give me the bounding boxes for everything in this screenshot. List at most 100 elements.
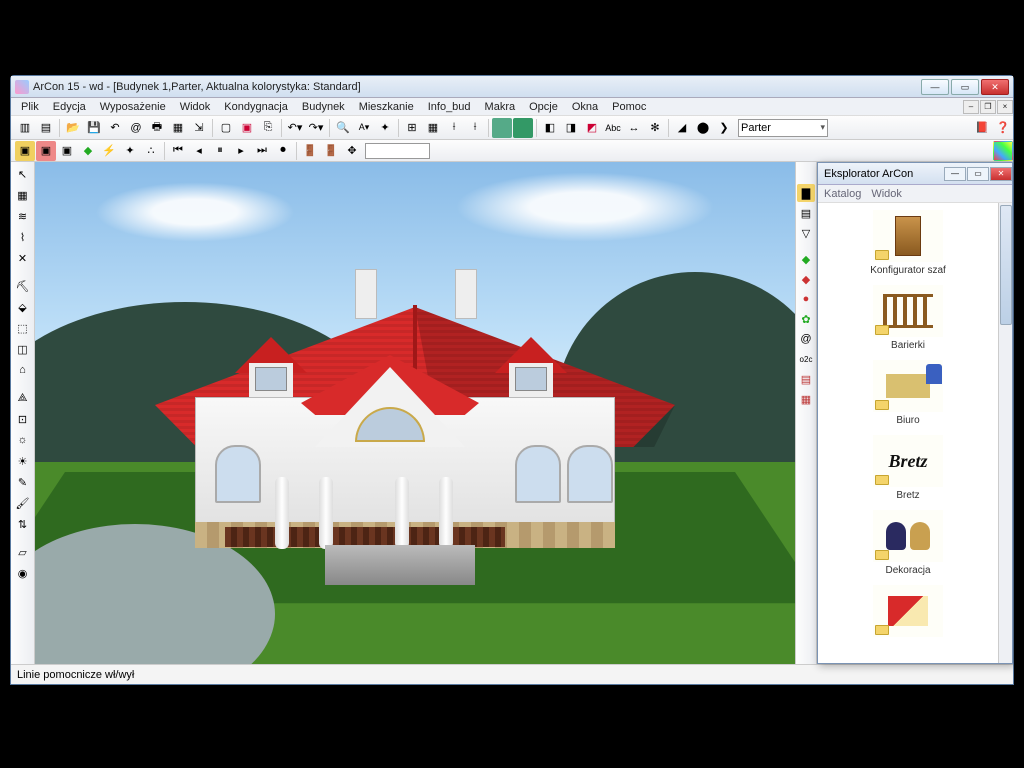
menu-kondygnacja[interactable]: Kondygnacja <box>218 100 294 114</box>
door-icon[interactable]: 🚪 <box>300 141 320 161</box>
catalog3-icon[interactable]: ▦ <box>797 390 815 408</box>
view3d-3-icon[interactable]: ▣ <box>57 141 77 161</box>
explorer-item-barierki[interactable]: Barierki <box>824 284 992 351</box>
copy-icon[interactable]: ⎘ <box>258 118 278 138</box>
explorer-item-bretz[interactable]: Bretz Bretz <box>824 434 992 501</box>
obj-plant-icon[interactable]: ✿ <box>797 310 815 328</box>
coord-input[interactable] <box>365 143 430 159</box>
preview-icon[interactable]: ▦ <box>168 118 188 138</box>
open-icon[interactable]: 📂 <box>63 118 83 138</box>
play-pause-icon[interactable]: ⏸ <box>210 141 230 161</box>
menu-wyposazenie[interactable]: Wyposażenie <box>94 100 172 114</box>
align-tool-icon[interactable]: ≋ <box>13 206 33 226</box>
explorer-menu-widok[interactable]: Widok <box>871 188 902 200</box>
zoom-text-icon[interactable]: A▾ <box>354 118 374 138</box>
3d-viewport[interactable] <box>35 162 795 664</box>
menu-pomoc[interactable]: Pomoc <box>606 100 652 114</box>
menu-makra[interactable]: Makra <box>479 100 522 114</box>
elev-icon[interactable]: ◨ <box>561 118 581 138</box>
book-help-icon[interactable]: 📕 <box>972 118 992 138</box>
obj-sphere-icon[interactable]: ● <box>797 290 815 308</box>
explorer-item-biuro[interactable]: Biuro <box>824 359 992 426</box>
mdi-minimize-button[interactable]: – <box>963 100 979 114</box>
menu-plik[interactable]: Plik <box>15 100 45 114</box>
save-icon[interactable]: 💾 <box>84 118 104 138</box>
o2c-icon[interactable]: o2c <box>797 350 815 368</box>
menu-widok[interactable]: Widok <box>174 100 217 114</box>
explorer-panel[interactable]: Eksplorator ArCon — ▭ ✕ Katalog Widok Ko… <box>817 162 1013 664</box>
wand-icon[interactable]: ✻ <box>645 118 665 138</box>
flash-icon[interactable]: ❯ <box>714 118 734 138</box>
pen-tool-icon[interactable]: ✎ <box>13 472 33 492</box>
menu-infobud[interactable]: Info_bud <box>422 100 477 114</box>
spray-icon[interactable]: ∴ <box>141 141 161 161</box>
grid-icon[interactable]: ⊞ <box>402 118 422 138</box>
label-tool-icon[interactable]: ◉ <box>13 563 33 583</box>
explorer-item-dekoracja[interactable]: Dekoracja <box>824 509 992 576</box>
mirror-tool-icon[interactable]: ⟁ <box>13 388 33 408</box>
snap-icon[interactable]: ▦ <box>423 118 443 138</box>
center-icon[interactable]: ✦ <box>375 118 395 138</box>
close-button[interactable]: ✕ <box>981 79 1009 95</box>
dimension-icon[interactable]: ↔ <box>624 118 644 138</box>
terrain2-icon[interactable] <box>513 118 533 138</box>
obj-chair-icon[interactable]: ◆ <box>797 250 815 268</box>
record-icon[interactable]: ⏺ <box>273 141 293 161</box>
explorer-menu-katalog[interactable]: Katalog <box>824 188 861 200</box>
ruler-icon[interactable]: ⟊ <box>444 118 464 138</box>
flash2-icon[interactable]: ⚡ <box>99 141 119 161</box>
explorer-close-button[interactable]: ✕ <box>990 167 1012 181</box>
catalog-icon[interactable]: ▤ <box>797 204 815 222</box>
terrain-icon[interactable] <box>492 118 512 138</box>
print-icon[interactable]: 🖶 <box>147 118 167 138</box>
text-icon[interactable]: Abc <box>603 118 623 138</box>
menu-okna[interactable]: Okna <box>566 100 604 114</box>
titlebar[interactable]: ArCon 15 - wd - [Budynek 1,Parter, Aktua… <box>11 76 1013 98</box>
marquee-tool-icon[interactable]: ▦ <box>13 185 33 205</box>
redo-icon[interactable]: ↷▾ <box>306 118 326 138</box>
sun-tool-icon[interactable]: ☀ <box>13 451 33 471</box>
view3d-4-icon[interactable]: ◆ <box>78 141 98 161</box>
layers-icon[interactable]: ▤ <box>36 118 56 138</box>
window-icon[interactable]: ▢ <box>216 118 236 138</box>
catalog2-icon[interactable]: ▤ <box>797 370 815 388</box>
scrollbar-thumb[interactable] <box>1000 205 1012 325</box>
section-icon[interactable]: ◧ <box>540 118 560 138</box>
view3d-1-icon[interactable]: ▣ <box>15 141 35 161</box>
explorer-titlebar[interactable]: Eksplorator ArCon — ▭ ✕ <box>818 163 1012 185</box>
multiwindow-icon[interactable]: ▣ <box>237 118 257 138</box>
undo-icon[interactable]: ↶ <box>105 118 125 138</box>
trowel-tool-icon[interactable]: ⛏ <box>13 276 33 296</box>
explorer-item-konfigurator[interactable]: Konfigurator szaf <box>824 209 992 276</box>
at-icon[interactable]: @ <box>797 330 815 348</box>
zoom-icon[interactable]: 🔍 <box>333 118 353 138</box>
mdi-restore-button[interactable]: ❐ <box>980 100 996 114</box>
explorer-scrollbar[interactable] <box>998 203 1012 663</box>
explorer-maximize-button[interactable]: ▭ <box>967 167 989 181</box>
floor-selector[interactable]: Parter <box>738 119 828 137</box>
mdi-close-button[interactable]: × <box>997 100 1013 114</box>
move-icon[interactable]: ✥ <box>342 141 362 161</box>
wall-tool-icon[interactable]: ⬚ <box>13 318 33 338</box>
explorer-item-more[interactable] <box>824 584 992 638</box>
brush-tool-icon[interactable]: 🖌 <box>13 493 33 513</box>
line-tool-icon[interactable]: ⌇ <box>13 227 33 247</box>
minimize-button[interactable]: — <box>921 79 949 95</box>
sparkle-icon[interactable]: ✦ <box>120 141 140 161</box>
obj-cube-icon[interactable]: ◆ <box>797 270 815 288</box>
shadow-icon[interactable]: ◢ <box>672 118 692 138</box>
cross-tool-icon[interactable]: ✕ <box>13 248 33 268</box>
eraser-tool-icon[interactable]: ▱ <box>13 542 33 562</box>
folder-icon[interactable]: ▇ <box>797 184 815 202</box>
explorer-minimize-button[interactable]: — <box>944 167 966 181</box>
roof-tool-icon[interactable]: ⌂ <box>13 360 33 380</box>
view3d-2-icon[interactable]: ▣ <box>36 141 56 161</box>
play-prev-icon[interactable]: ◂ <box>189 141 209 161</box>
play-end-icon[interactable]: ⏭ <box>252 141 272 161</box>
light-tool-icon[interactable]: ☼ <box>13 430 33 450</box>
opening-tool-icon[interactable]: ◫ <box>13 339 33 359</box>
roof-view-icon[interactable]: ◩ <box>582 118 602 138</box>
menu-edycja[interactable]: Edycja <box>47 100 92 114</box>
palette-icon[interactable] <box>993 141 1013 161</box>
filter-icon[interactable]: ▽ <box>797 224 815 242</box>
